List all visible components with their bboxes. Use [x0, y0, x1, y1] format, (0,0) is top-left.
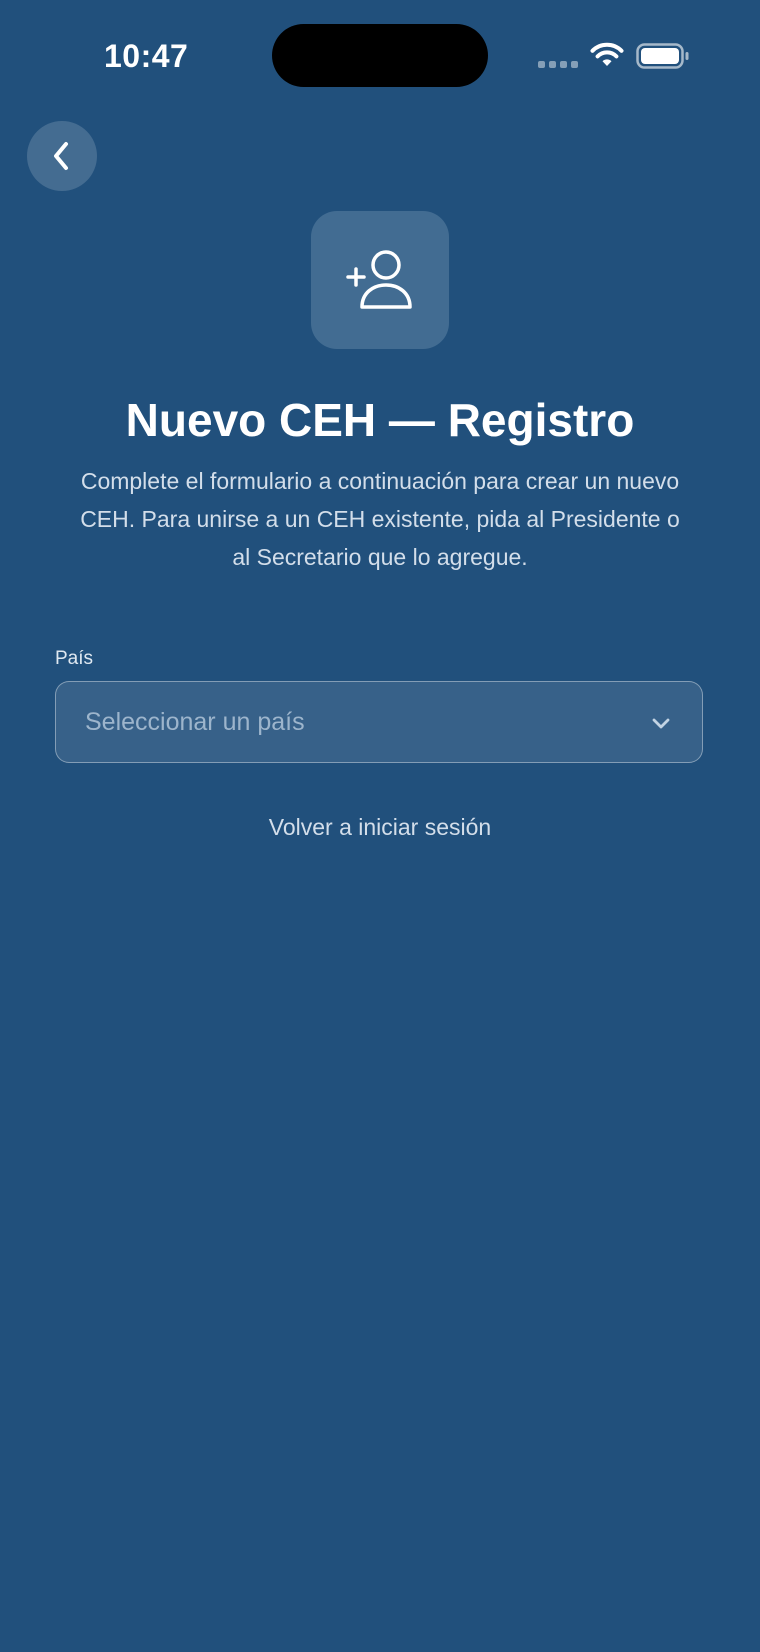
wifi-icon — [590, 42, 624, 66]
status-bar: 10:47 — [0, 0, 760, 110]
user-plus-icon — [346, 250, 412, 309]
status-time: 10:47 — [104, 38, 189, 74]
hero-icon-box — [311, 211, 449, 349]
back-to-login-link[interactable]: Volver a iniciar sesión — [0, 809, 760, 845]
chevron-down-icon — [652, 718, 670, 729]
country-select[interactable]: Seleccionar un país — [55, 681, 703, 763]
back-button[interactable] — [27, 121, 97, 191]
dynamic-island — [272, 24, 488, 87]
page-description: Complete el formulario a continuación pa… — [80, 468, 680, 570]
country-select-placeholder: Seleccionar un país — [85, 707, 305, 736]
chevron-left-icon — [54, 142, 68, 170]
battery-icon — [636, 43, 689, 69]
cellular-signal-icon — [538, 61, 578, 68]
page-title: Nuevo CEH — Registro — [125, 394, 635, 446]
country-field-label: País — [55, 648, 94, 669]
